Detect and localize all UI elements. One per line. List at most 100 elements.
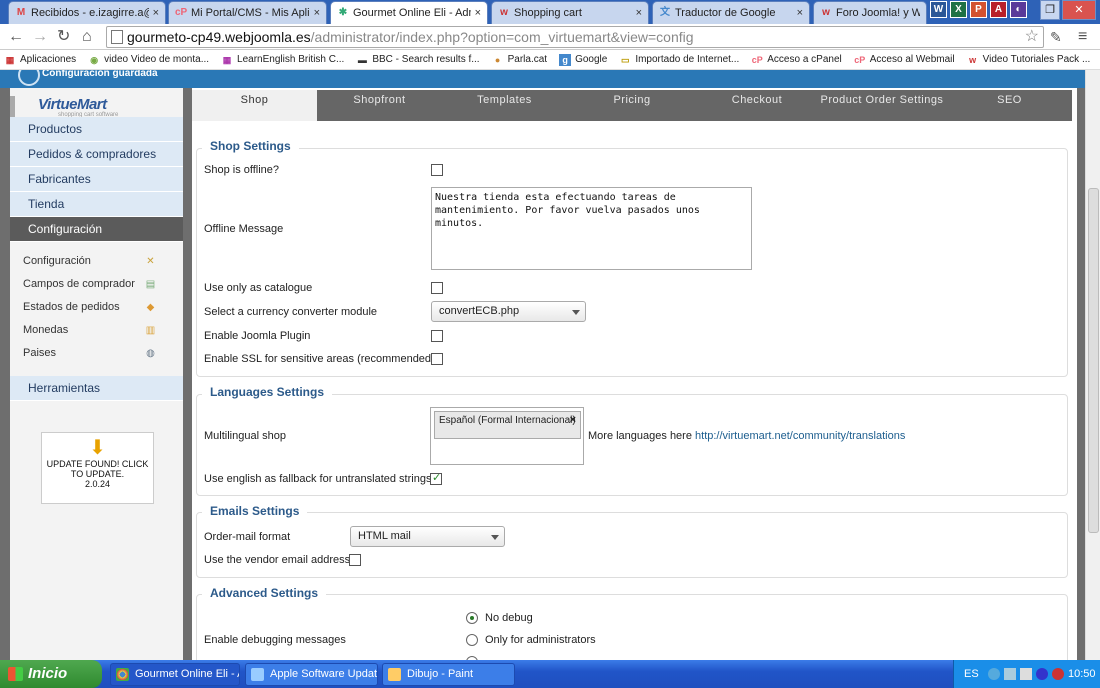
ssl-checkbox[interactable] bbox=[431, 353, 443, 365]
start-button[interactable]: Inicio bbox=[0, 660, 102, 688]
joomla-plugin-checkbox[interactable] bbox=[431, 330, 443, 342]
tray-network-icon[interactable] bbox=[988, 668, 1000, 680]
tray-volume-icon[interactable] bbox=[1020, 668, 1032, 680]
scrollbar-thumb[interactable] bbox=[1088, 188, 1099, 533]
sidebar: VirtueMart shopping cart software Produc… bbox=[10, 88, 183, 660]
close-tab-icon[interactable]: × bbox=[314, 7, 320, 19]
restore-window-icon[interactable]: ❐ bbox=[1040, 0, 1060, 20]
sidebar-subitem-monedas[interactable]: Monedas ▥ bbox=[10, 319, 183, 342]
home-icon[interactable]: ⌂ bbox=[82, 28, 92, 46]
cpanel-icon: cP bbox=[854, 54, 866, 65]
acrobat-icon[interactable]: A bbox=[990, 1, 1007, 18]
update-notice-button[interactable]: ⬇ UPDATE FOUND! CLICK TO UPDATE. 2.0.24 bbox=[41, 432, 154, 504]
video-icon: ◉ bbox=[90, 54, 99, 65]
offline-message-textarea[interactable] bbox=[431, 187, 752, 270]
joomla-plugin-label: Enable Joomla Plugin bbox=[204, 330, 311, 342]
sidebar-item-fabricantes[interactable]: Fabricantes bbox=[10, 167, 183, 192]
bookmark-star-icon[interactable]: ☆ bbox=[1025, 27, 1039, 47]
browser-tab-cpanel[interactable]: cP Mi Portal/CMS - Mis Aplicacio × bbox=[168, 1, 327, 24]
sidebar-collapse-handle[interactable] bbox=[10, 96, 15, 118]
advanced-fieldset bbox=[196, 594, 1068, 660]
taskbar-apple-update[interactable]: Apple Software Update bbox=[245, 663, 378, 686]
tab-checkout[interactable]: Checkout bbox=[697, 90, 817, 121]
tab-shopfront[interactable]: Shopfront bbox=[317, 90, 442, 121]
admins-only-radio[interactable] bbox=[466, 634, 478, 646]
more-languages-text: More languages here http://virtuemart.ne… bbox=[588, 430, 906, 442]
browser-tab-foro[interactable]: w Foro Joomla! y Wor bbox=[813, 1, 927, 24]
bookmarks-bar: ▦ Aplicaciones ◉ video Video de monta... ▦… bbox=[0, 50, 1100, 70]
browser-tab-strip: M Recibidos - e.izagirre.a@gm × cP Mi Po… bbox=[0, 0, 1100, 24]
page-icon bbox=[111, 30, 123, 44]
sidebar-subitem-estados[interactable]: Estados de pedidos ◆ bbox=[10, 296, 183, 319]
sidebar-subitem-campos[interactable]: Campos de comprador ▤ bbox=[10, 273, 183, 296]
translations-link[interactable]: http://virtuemart.net/community/translat… bbox=[695, 430, 905, 442]
bookmark-google[interactable]: g Google bbox=[559, 53, 607, 66]
extension-icon[interactable]: ✎ bbox=[1050, 28, 1062, 46]
word-icon[interactable]: W bbox=[930, 1, 947, 18]
parla-icon: ● bbox=[494, 54, 501, 65]
browser-tab-translate[interactable]: 文 Traductor de Google × bbox=[652, 1, 810, 24]
bookmark-learnenglish[interactable]: ▦ LearnEnglish British C... bbox=[221, 54, 345, 66]
vendor-email-label: Use the vendor email address bbox=[204, 554, 351, 566]
tab-shop[interactable]: Shop bbox=[192, 90, 317, 121]
tray-bluetooth-icon[interactable] bbox=[1036, 668, 1048, 680]
bookmark-cpanel[interactable]: cP Acceso a cPanel bbox=[751, 54, 842, 66]
tab-templates[interactable]: Templates bbox=[442, 90, 567, 121]
close-tab-icon[interactable]: × bbox=[636, 7, 642, 19]
vendor-email-checkbox[interactable] bbox=[349, 554, 361, 566]
powerpoint-icon[interactable]: P bbox=[970, 1, 987, 18]
bookmark-importado[interactable]: ▭ Importado de Internet... bbox=[619, 54, 739, 66]
taskbar-chrome[interactable]: Gourmet Online Eli - A... bbox=[110, 663, 240, 686]
catalogue-checkbox[interactable] bbox=[431, 282, 443, 294]
bookmark-video[interactable]: ◉ video Video de monta... bbox=[88, 54, 209, 66]
reload-icon[interactable]: ↻ bbox=[57, 28, 70, 46]
bookmark-aplicaciones[interactable]: ▦ Aplicaciones bbox=[4, 54, 76, 66]
order-mail-format-select[interactable]: HTML mail bbox=[350, 526, 505, 547]
clock[interactable]: 10:50 bbox=[1068, 660, 1096, 688]
tray-security-icon[interactable] bbox=[1052, 668, 1064, 680]
sidebar-item-herramientas[interactable]: Herramientas bbox=[10, 376, 183, 401]
sidebar-subitem-configuracion[interactable]: Configuración ✕ bbox=[10, 250, 183, 273]
languages-multiselect[interactable]: Español (Formal Internacional) × bbox=[430, 407, 584, 465]
sidebar-item-productos[interactable]: Productos bbox=[10, 117, 183, 142]
sidebar-item-tienda[interactable]: Tienda bbox=[10, 192, 183, 217]
browser-tab-shopping-cart[interactable]: w Shopping cart × bbox=[491, 1, 649, 24]
browser-tab-admin[interactable]: ✱ Gourmet Online Eli - Adminis × bbox=[330, 1, 488, 24]
bookmark-bbc[interactable]: ▬ BBC - Search results f... bbox=[356, 54, 480, 66]
sidebar-item-pedidos[interactable]: Pedidos & compradores bbox=[10, 142, 183, 167]
sidebar-subitem-paises[interactable]: Paises ◍ bbox=[10, 342, 183, 365]
excel-icon[interactable]: X bbox=[950, 1, 967, 18]
sidebar-item-configuracion[interactable]: Configuración bbox=[10, 217, 183, 242]
tab-pricing[interactable]: Pricing bbox=[567, 90, 697, 121]
bookmark-parla[interactable]: ● Parla.cat bbox=[492, 54, 547, 66]
fallback-checkbox[interactable] bbox=[430, 471, 442, 485]
offline-message-label: Offline Message bbox=[204, 223, 284, 235]
shop-offline-checkbox[interactable] bbox=[431, 164, 443, 176]
close-window-icon[interactable]: ✕ bbox=[1062, 0, 1096, 20]
tools-icon: ✕ bbox=[146, 256, 155, 267]
close-tab-icon[interactable]: × bbox=[475, 7, 481, 19]
close-tab-icon[interactable]: × bbox=[797, 7, 803, 19]
menu-icon[interactable]: ≡ bbox=[1078, 28, 1087, 46]
bookmark-webmail[interactable]: cP Acceso al Webmail bbox=[854, 54, 954, 66]
taskbar-paint[interactable]: Dibujo - Paint bbox=[382, 663, 515, 686]
app-icon[interactable]: ◐ bbox=[1010, 1, 1027, 18]
fallback-label: Use english as fallback for untranslated… bbox=[204, 473, 432, 485]
bookmark-video-tutoriales[interactable]: w Video Tutoriales Pack ... bbox=[967, 54, 1090, 66]
no-debug-radio[interactable] bbox=[466, 612, 478, 624]
remove-language-icon[interactable]: × bbox=[570, 415, 576, 426]
browser-tab-gmail[interactable]: M Recibidos - e.izagirre.a@gm × bbox=[8, 1, 166, 24]
tab-seo[interactable]: SEO bbox=[947, 90, 1072, 121]
forward-icon[interactable]: → bbox=[32, 28, 48, 46]
notice-icon bbox=[18, 70, 40, 86]
back-icon[interactable]: ← bbox=[8, 28, 24, 46]
tab-product-order-settings[interactable]: Product Order Settings bbox=[817, 90, 947, 121]
language-indicator[interactable]: ES bbox=[964, 660, 979, 688]
emails-fieldset bbox=[196, 512, 1068, 578]
chrome-icon bbox=[116, 668, 129, 681]
close-tab-icon[interactable]: × bbox=[153, 7, 159, 19]
address-bar[interactable]: gourmeto-cp49.webjoomla.es/administrator… bbox=[106, 26, 1044, 48]
page-scrollbar[interactable] bbox=[1085, 70, 1100, 660]
currency-converter-select[interactable]: convertECB.php bbox=[431, 301, 586, 322]
tray-monitor-icon[interactable] bbox=[1004, 668, 1016, 680]
